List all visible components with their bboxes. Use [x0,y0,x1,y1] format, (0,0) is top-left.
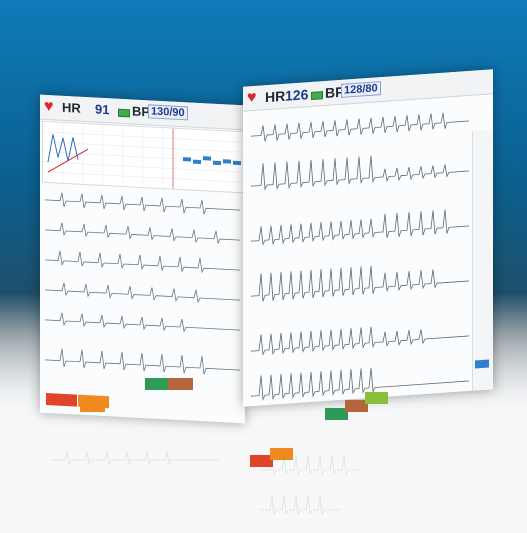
heart-icon: ♥ [247,88,257,107]
hr-value: 91 [95,101,110,118]
heart-icon: ♥ [44,97,54,116]
right-monitor-screen: ♥ HR 126 BP 128/80 [243,69,493,407]
left-btn-green[interactable] [145,378,170,390]
hr-label: HR [62,99,81,116]
record-button[interactable] [46,392,77,407]
battery-icon [311,91,323,100]
ecg-waveforms-right [251,112,469,401]
bp-value: 130/90 [148,104,188,121]
battery-icon [118,108,130,118]
hr-label: HR [265,87,286,106]
bp-value: 128/80 [341,81,381,98]
hr-value: 126 [285,86,309,104]
right-btn-lime[interactable] [365,392,388,404]
reflection-waves [50,451,360,516]
trend-chart [42,120,244,194]
trend-chart-svg [43,122,243,189]
left-btn-orange[interactable] [80,400,105,412]
left-monitor-screen: ♥ HR 91 BP 130/90 [40,94,245,424]
ecg-waveforms-left [45,192,240,375]
left-btn-brown[interactable] [168,378,193,390]
